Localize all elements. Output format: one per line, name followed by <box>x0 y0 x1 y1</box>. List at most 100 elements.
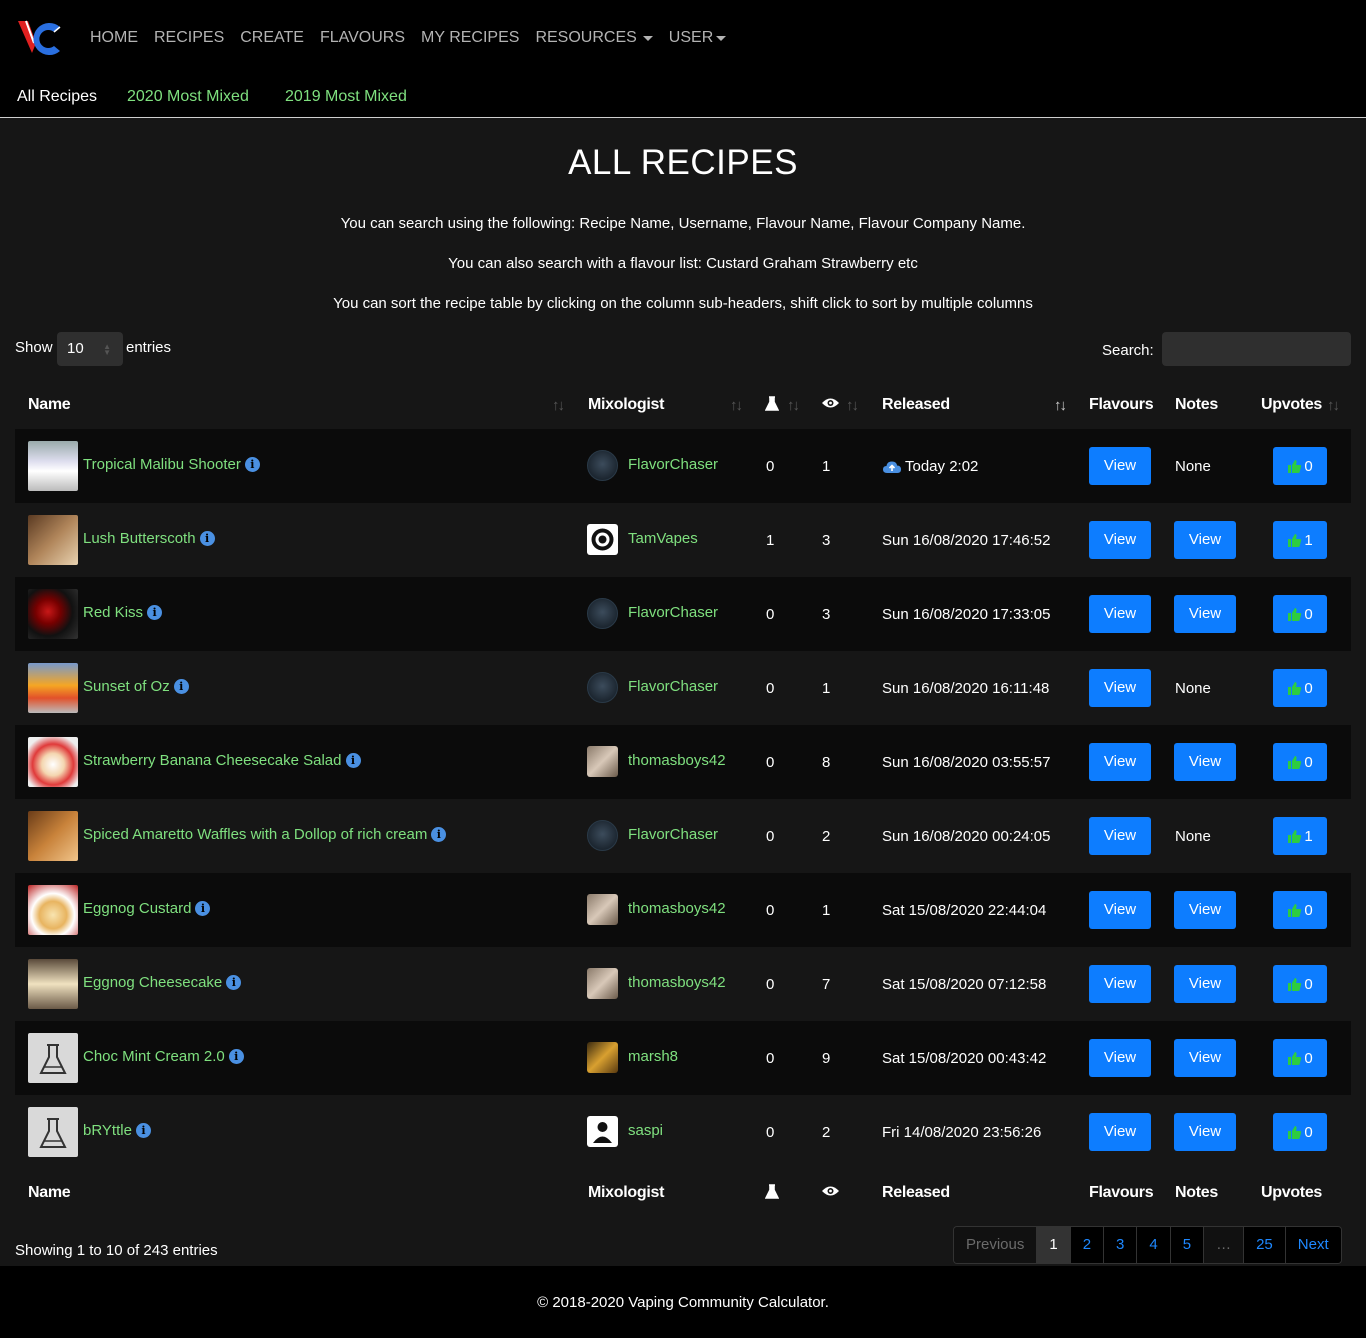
info-icon[interactable]: i <box>431 827 447 842</box>
flavours-view-button[interactable]: View <box>1089 447 1151 485</box>
recipe-thumbnail[interactable] <box>28 1107 78 1157</box>
flavours-view-button[interactable]: View <box>1089 521 1151 559</box>
recipe-name-link[interactable]: Strawberry Banana Cheesecake Salad i <box>83 752 361 769</box>
flavours-view-button[interactable]: View <box>1089 965 1151 1003</box>
mixologist-link[interactable]: TamVapes <box>628 530 698 547</box>
flavours-view-button[interactable]: View <box>1089 817 1151 855</box>
upvote-button[interactable]: 1 <box>1273 817 1327 855</box>
recipe-thumbnail[interactable] <box>28 441 78 491</box>
recipe-name-link[interactable]: Eggnog Custard i <box>83 900 211 917</box>
info-icon[interactable]: i <box>345 753 361 768</box>
info-icon[interactable]: i <box>244 457 260 472</box>
upvote-button[interactable]: 0 <box>1273 965 1327 1003</box>
nav-recipes[interactable]: RECIPES <box>154 29 224 47</box>
th-released[interactable]: Released <box>882 396 950 414</box>
th-name[interactable]: Name <box>28 396 71 414</box>
flavours-view-button[interactable]: View <box>1089 1039 1151 1077</box>
upvote-button[interactable]: 1 <box>1273 521 1327 559</box>
upvote-button[interactable]: 0 <box>1273 1113 1327 1151</box>
mixologist-link[interactable]: FlavorChaser <box>628 678 718 695</box>
page-3[interactable]: 3 <box>1104 1227 1138 1263</box>
flavours-view-button[interactable]: View <box>1089 1113 1151 1151</box>
info-icon[interactable]: i <box>228 1049 244 1064</box>
recipe-thumbnail[interactable] <box>28 959 78 1009</box>
flavours-view-button[interactable]: View <box>1089 669 1151 707</box>
mixologist-link[interactable]: thomasboys42 <box>628 900 726 917</box>
recipe-name-link[interactable]: Eggnog Cheesecake i <box>83 974 242 991</box>
flavours-view-button[interactable]: View <box>1089 595 1151 633</box>
upvote-button[interactable]: 0 <box>1273 595 1327 633</box>
notes-view-button[interactable]: View <box>1174 595 1236 633</box>
recipe-thumbnail[interactable] <box>28 811 78 861</box>
recipe-name-link[interactable]: Choc Mint Cream 2.0 i <box>83 1048 244 1065</box>
subnav-all-recipes[interactable]: All Recipes <box>17 88 97 106</box>
recipe-thumbnail[interactable] <box>28 589 78 639</box>
notes-view-button[interactable]: View <box>1174 743 1236 781</box>
recipe-name-link[interactable]: Lush Butterscoth i <box>83 530 215 547</box>
mixologist-link[interactable]: thomasboys42 <box>628 974 726 991</box>
page-1[interactable]: 1 <box>1037 1227 1071 1263</box>
nav-create[interactable]: CREATE <box>240 29 304 47</box>
mixologist-link[interactable]: thomasboys42 <box>628 752 726 769</box>
notes-view-button[interactable]: View <box>1174 891 1236 929</box>
subnav-2019-most-mixed[interactable]: 2019 Most Mixed <box>285 88 407 106</box>
upvote-button[interactable]: 0 <box>1273 743 1327 781</box>
page-5[interactable]: 5 <box>1170 1227 1205 1263</box>
mixologist-link[interactable]: FlavorChaser <box>628 604 718 621</box>
entries-select[interactable]: 10 ▲ ▼ <box>57 332 123 366</box>
page-next[interactable]: Next <box>1285 1227 1341 1263</box>
page-25[interactable]: 25 <box>1244 1227 1286 1263</box>
upvote-button[interactable]: 0 <box>1273 447 1327 485</box>
notes-view-button[interactable]: View <box>1174 521 1236 559</box>
sort-icon[interactable]: ↑↓ <box>846 397 859 414</box>
info-icon[interactable]: i <box>147 605 163 620</box>
mixologist-link[interactable]: marsh8 <box>628 1048 678 1065</box>
notes-view-button[interactable]: View <box>1174 1039 1236 1077</box>
page-2[interactable]: 2 <box>1070 1227 1105 1263</box>
th-upvotes[interactable]: Upvotes <box>1261 396 1322 414</box>
th-mixes[interactable] <box>764 396 780 417</box>
recipe-name-link[interactable]: Red Kiss i <box>83 604 163 621</box>
mixologist-link[interactable]: FlavorChaser <box>628 826 718 843</box>
nav-flavours[interactable]: FLAVOURS <box>320 29 405 47</box>
subnav-2020-most-mixed[interactable]: 2020 Most Mixed <box>127 88 249 106</box>
flavours-view-button[interactable]: View <box>1089 743 1151 781</box>
search-input[interactable] <box>1162 332 1351 366</box>
recipe-thumbnail[interactable] <box>28 737 78 787</box>
mixologist-link[interactable]: saspi <box>628 1122 663 1139</box>
nav-home[interactable]: HOME <box>90 29 138 47</box>
recipe-thumbnail[interactable] <box>28 515 78 565</box>
recipe-name-link[interactable]: Spiced Amaretto Waffles with a Dollop of… <box>83 826 447 843</box>
notes-view-button[interactable]: View <box>1174 1113 1236 1151</box>
upvote-button[interactable]: 0 <box>1273 1039 1327 1077</box>
recipe-thumbnail[interactable] <box>28 885 78 935</box>
page-previous[interactable]: Previous <box>954 1227 1038 1263</box>
upvote-button[interactable]: 0 <box>1273 669 1327 707</box>
mixologist-link[interactable]: FlavorChaser <box>628 456 718 473</box>
recipe-name-link[interactable]: Tropical Malibu Shooter i <box>83 456 260 473</box>
nav-resources[interactable]: RESOURCES <box>535 29 653 47</box>
sort-icon[interactable]: ↑↓ <box>552 397 565 414</box>
recipe-name-link[interactable]: bRYttle i <box>83 1122 151 1139</box>
notes-view-button[interactable]: View <box>1174 965 1236 1003</box>
sort-icon[interactable]: ↑↓ <box>787 397 800 414</box>
recipe-name-link[interactable]: Sunset of Oz i <box>83 678 189 695</box>
nav-user[interactable]: USER <box>669 29 727 47</box>
sort-icon[interactable]: ↑↓ <box>730 397 743 414</box>
recipe-thumbnail[interactable] <box>28 1033 78 1083</box>
info-icon[interactable]: i <box>173 679 189 694</box>
info-icon[interactable]: i <box>135 1123 151 1138</box>
info-icon[interactable]: i <box>195 901 211 916</box>
info-icon[interactable]: i <box>226 975 242 990</box>
flavours-view-button[interactable]: View <box>1089 891 1151 929</box>
vc-logo[interactable] <box>16 17 64 59</box>
info-icon[interactable]: i <box>199 531 215 546</box>
sort-desc-icon[interactable]: ↑↓ <box>1054 397 1067 414</box>
page-4[interactable]: 4 <box>1137 1227 1171 1263</box>
th-views[interactable] <box>821 396 840 415</box>
nav-my-recipes[interactable]: MY RECIPES <box>421 29 519 47</box>
th-mixologist[interactable]: Mixologist <box>588 396 664 414</box>
upvote-button[interactable]: 0 <box>1273 891 1327 929</box>
recipe-thumbnail[interactable] <box>28 663 78 713</box>
sort-icon[interactable]: ↑↓ <box>1327 397 1340 414</box>
